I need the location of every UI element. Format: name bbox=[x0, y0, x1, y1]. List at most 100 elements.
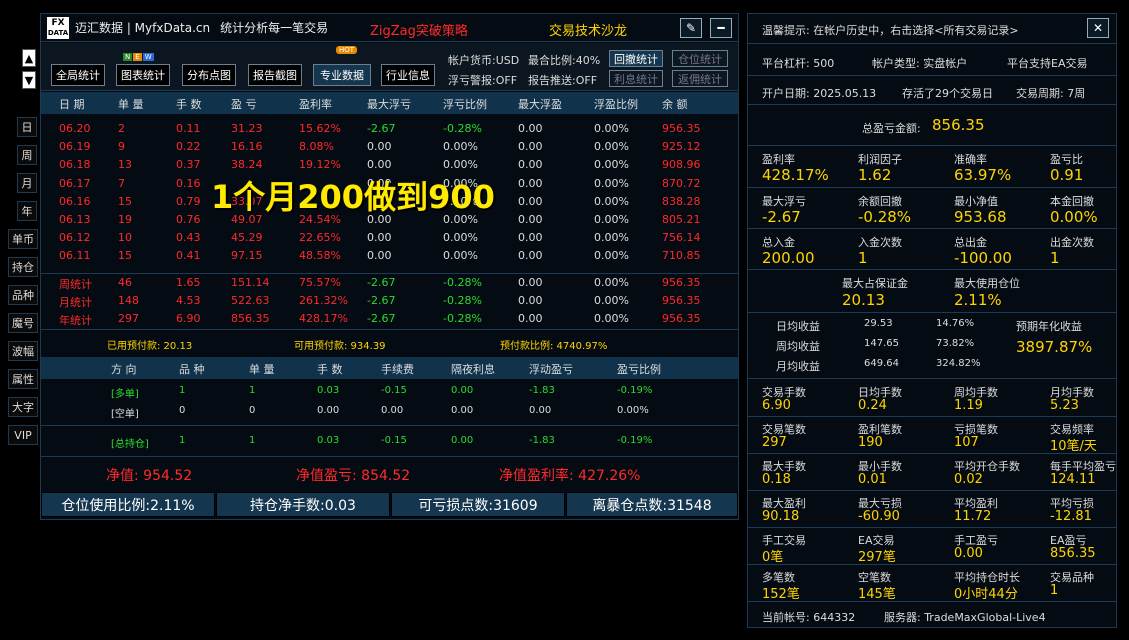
nav-item-2[interactable]: 月 bbox=[17, 173, 37, 193]
stats-group: 交易手数 6.90 日均手数 0.24 周均手数 1.19 月均手数 5.23 bbox=[748, 380, 1116, 417]
position-total-cell: -1.83 bbox=[529, 435, 555, 446]
table-cell: 45.29 bbox=[231, 231, 263, 245]
nav-item-5[interactable]: 持仓 bbox=[8, 257, 38, 277]
summary-row: 月统计 148 4.53 522.63 261.32% -2.67 -0.28% 0.00 0.… bbox=[41, 294, 738, 312]
col-header: 日 期 bbox=[59, 98, 85, 111]
salon-label: 交易技术沙龙 bbox=[549, 24, 628, 39]
nav-item-8[interactable]: 波幅 bbox=[8, 341, 38, 361]
stats-group: 最大浮亏 -2.67 余额回撤 -0.28% 最小净值 953.68 本金回撤 0.00% bbox=[748, 189, 1116, 229]
position-cell: -0.19% bbox=[617, 385, 653, 396]
global-stats-button[interactable]: 全局统计 bbox=[51, 64, 105, 86]
interest-stats-button[interactable]: 利息统计 bbox=[609, 70, 663, 87]
report-screenshot-button[interactable]: 报告截图 bbox=[248, 64, 302, 86]
table-cell: 0.00% bbox=[594, 176, 629, 190]
industry-info-button[interactable]: 行业信息 bbox=[381, 64, 435, 86]
stats-group: 手工交易 0笔 EA交易 297笔 手工盈亏 0.00 EA盈亏 856.35 bbox=[748, 528, 1116, 565]
table-cell: 15.62% bbox=[299, 122, 341, 135]
stat-value: 0.00% bbox=[1050, 208, 1098, 226]
nav-item-7[interactable]: 魔号 bbox=[8, 313, 38, 333]
nav-item-4[interactable]: 单币 bbox=[8, 229, 38, 249]
position-cell: 0.00% bbox=[617, 405, 649, 416]
col-header: 最大浮亏 bbox=[367, 98, 411, 111]
close-icon[interactable]: ✕ bbox=[1087, 18, 1109, 38]
main-panel: FX DATA 迈汇数据 | MyfxData.cn 统计分析每一笔交易 ZigZ… bbox=[40, 13, 739, 520]
stat-value: 1.62 bbox=[858, 166, 892, 184]
nav-item-10[interactable]: 大字 bbox=[8, 397, 38, 417]
position-header: 方 向 bbox=[111, 363, 137, 376]
summary-cell: 0.00% bbox=[594, 294, 629, 307]
trading-period: 交易周期: 7周 bbox=[1016, 87, 1086, 100]
table-cell: -0.28% bbox=[443, 122, 482, 135]
summary-cell: 428.17% bbox=[299, 312, 348, 325]
table-cell: 0.00% bbox=[594, 249, 629, 263]
avg-label: 月均收益 bbox=[776, 360, 820, 373]
chart-stats-button[interactable]: 图表统计 bbox=[116, 64, 170, 86]
table-cell: 97.15 bbox=[231, 249, 263, 263]
table-cell: 0.79 bbox=[176, 194, 201, 208]
scroll-down-button[interactable]: ▼ bbox=[22, 71, 36, 89]
nav-item-11[interactable]: VIP bbox=[8, 425, 38, 445]
table-cell: 0.11 bbox=[176, 122, 201, 135]
nav-item-0[interactable]: 日 bbox=[17, 117, 37, 137]
table-cell: 0.16 bbox=[176, 176, 201, 190]
table-row: 06.19 9 0.22 16.16 8.08% 0.00 0.00% 0.00 0.00% 92… bbox=[41, 140, 738, 158]
minimize-icon[interactable]: ━ bbox=[710, 18, 732, 38]
stat-value: 5.23 bbox=[1050, 398, 1079, 413]
position-stats-button[interactable]: 仓位统计 bbox=[672, 50, 728, 67]
pro-data-button[interactable]: 专业数据 bbox=[313, 64, 371, 86]
account-number: 当前帐号: 644332 bbox=[762, 611, 856, 624]
distribution-button[interactable]: 分布点图 bbox=[182, 64, 236, 86]
table-cell: 0.00 bbox=[367, 140, 392, 154]
net-equity: 净值: 954.52 bbox=[106, 468, 193, 484]
nav-item-3[interactable]: 年 bbox=[17, 201, 37, 221]
stat-value: 953.68 bbox=[954, 208, 1007, 226]
table-cell: 0.00% bbox=[443, 158, 478, 172]
table-cell: 0.00 bbox=[367, 249, 392, 263]
table-cell: 0.00 bbox=[518, 231, 543, 245]
summary-cell: 297 bbox=[118, 312, 139, 325]
nav-item-9[interactable]: 属性 bbox=[8, 369, 38, 389]
stats-group: 交易笔数 297 盈利笔数 190 亏损笔数 107 交易频率 10笔/天 bbox=[748, 417, 1116, 454]
nav-item-1[interactable]: 周 bbox=[17, 145, 37, 165]
table-cell: 06.12 bbox=[59, 231, 91, 245]
stat-label: 出金次数 bbox=[1050, 236, 1094, 249]
max-position-label: 最大使用仓位 bbox=[954, 277, 1020, 290]
table-cell: 06.17 bbox=[59, 176, 91, 190]
table-cell: 13 bbox=[118, 158, 132, 172]
summary-cell: 46 bbox=[118, 276, 132, 289]
stat-value: 428.17% bbox=[762, 166, 829, 184]
stat-value: 0.01 bbox=[858, 472, 887, 487]
stat-value: 190 bbox=[858, 435, 883, 450]
max-ratio: 最合比例:40% bbox=[528, 54, 601, 67]
table-cell: 10 bbox=[118, 231, 132, 245]
summary-cell: 1.65 bbox=[176, 276, 201, 289]
table-cell: 0.00 bbox=[367, 231, 392, 245]
stat-value: 1.19 bbox=[954, 398, 983, 413]
stat-value: 0小时44分 bbox=[954, 587, 1018, 602]
margin-available: 可用预付款: 934.39 bbox=[294, 341, 386, 352]
stat-label: 盈利率 bbox=[762, 153, 795, 166]
table-row: 06.20 2 0.11 31.23 15.62% -2.67 -0.28% 0.00 0.00… bbox=[41, 122, 738, 140]
table-cell: 0.43 bbox=[176, 231, 201, 245]
table-cell: 06.16 bbox=[59, 194, 91, 208]
rebate-stats-button[interactable]: 返佣统计 bbox=[672, 70, 728, 87]
col-header: 盈利率 bbox=[299, 98, 332, 111]
table-cell: 756.14 bbox=[662, 231, 701, 245]
table-cell: 956.35 bbox=[662, 122, 701, 135]
summary-cell: -0.28% bbox=[443, 312, 482, 325]
scroll-up-button[interactable]: ▲ bbox=[22, 49, 36, 67]
annual-value: 3897.87% bbox=[1016, 338, 1093, 356]
position-cell: 0.00 bbox=[451, 405, 474, 416]
drawdown-stats-button[interactable]: 回撤统计 bbox=[609, 50, 663, 67]
table-cell: 0.00% bbox=[443, 231, 478, 245]
strategy-name: ZigZag突破策略 bbox=[370, 24, 468, 39]
nav-item-6[interactable]: 品种 bbox=[8, 285, 38, 305]
table-cell: 0.00 bbox=[518, 249, 543, 263]
summary-cell: 151.14 bbox=[231, 276, 270, 289]
stat-value: -0.28% bbox=[858, 208, 912, 226]
edit-icon[interactable]: ✎ bbox=[680, 18, 702, 38]
position-header: 品 种 bbox=[179, 363, 205, 376]
hot-badge: HOT bbox=[336, 46, 358, 54]
stat-value: -12.81 bbox=[1050, 509, 1092, 524]
position-usage: 仓位使用比例:2.11% bbox=[41, 492, 215, 517]
